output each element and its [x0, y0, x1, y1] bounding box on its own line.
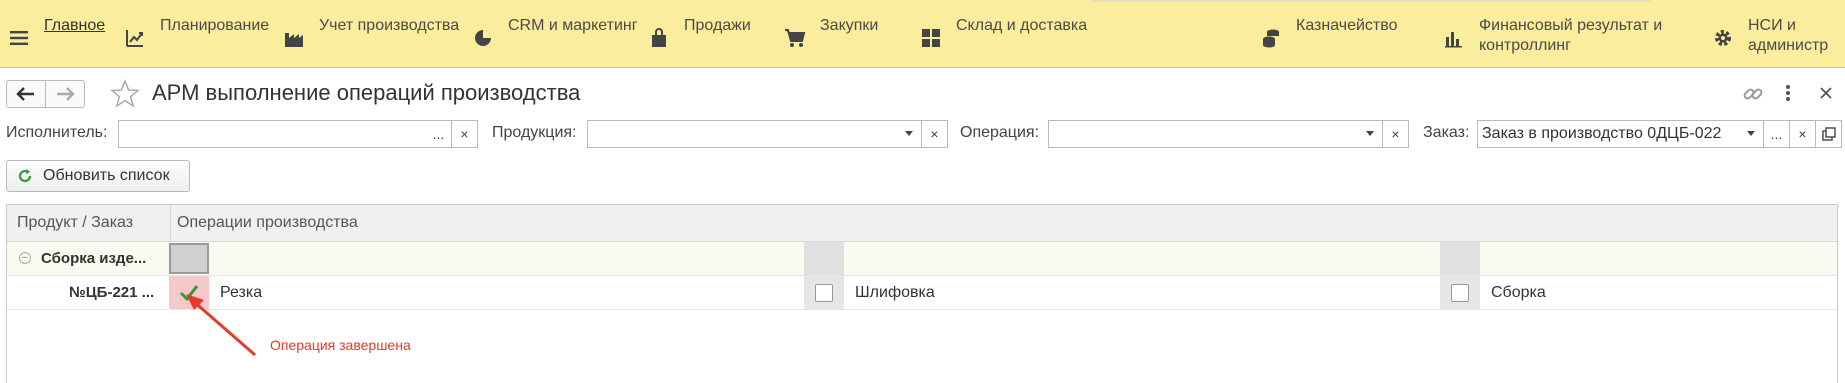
product-label: Продукция:	[492, 124, 577, 141]
order-clear-button[interactable]: ×	[1790, 120, 1816, 148]
order-number-label: №ЦБ-221 ...	[69, 284, 155, 301]
table-header: Продукт / Заказ Операции производства	[7, 205, 1837, 242]
refresh-list-label: Обновить список	[43, 167, 170, 184]
product-clear-button[interactable]: ×	[922, 120, 948, 148]
cart-icon	[784, 27, 806, 49]
title-row: АРМ выполнение операций производства	[0, 77, 1845, 111]
nav-item-label: CRM и маркетинг	[508, 17, 638, 34]
operation-name: Шлифовка	[855, 284, 935, 301]
executor-select-button[interactable]: ...	[426, 120, 452, 148]
nav-item-label: Казначейство	[1296, 17, 1398, 34]
nav-item-production[interactable]: Учет производства	[283, 17, 460, 49]
close-icon[interactable]	[1819, 83, 1833, 108]
selected-cell[interactable]	[169, 243, 209, 274]
planning-icon	[124, 27, 146, 49]
nav-item-label: Планирование	[160, 17, 270, 34]
order-dropdown-button[interactable]	[1738, 120, 1764, 148]
annotation-text: Операция завершена	[270, 337, 411, 353]
arrow-right-icon	[57, 87, 75, 101]
nav-item-warehouse[interactable]: Склад и доставка	[920, 17, 1088, 49]
pie-chart-icon	[472, 27, 494, 49]
arrow-left-icon	[16, 87, 34, 101]
executor-label: Исполнитель:	[6, 124, 108, 141]
operation-label: Операция:	[960, 124, 1040, 141]
nav-item-treasury[interactable]: Казначейство	[1260, 17, 1398, 49]
operation-dropdown-button[interactable]	[1357, 120, 1383, 148]
order-open-button[interactable]	[1816, 120, 1842, 148]
nav-item-sales[interactable]: Продажи	[648, 17, 751, 49]
group-cell	[1440, 242, 1480, 275]
operation-clear-button[interactable]: ×	[1383, 120, 1409, 148]
product-dropdown-button[interactable]	[896, 120, 922, 148]
menu-icon[interactable]	[8, 27, 30, 49]
operation-name: Сборка	[1491, 284, 1546, 301]
forward-button[interactable]	[45, 80, 85, 108]
operation-checkbox[interactable]	[1451, 284, 1469, 302]
product-input[interactable]	[587, 120, 897, 148]
nav-item-main[interactable]: Главное	[8, 16, 105, 49]
chevron-down-icon	[1746, 131, 1755, 136]
nav-item-financial-result[interactable]: Финансовый результат и контроллинг	[1443, 16, 1662, 56]
nav-item-label: Продажи	[684, 17, 751, 34]
refresh-list-button[interactable]: Обновить список	[6, 160, 190, 192]
gear-icon	[1712, 27, 1734, 49]
chevron-down-icon	[1365, 131, 1374, 136]
nav-item-label-line2: администр	[1748, 37, 1829, 54]
annotation-arrow-icon	[186, 294, 256, 357]
shopping-bag-icon	[648, 27, 670, 49]
order-label: Заказ:	[1423, 124, 1470, 141]
nav-item-label-line2: контроллинг	[1479, 37, 1571, 54]
chevron-down-icon	[904, 131, 913, 136]
column-header-operations[interactable]: Операции производства	[177, 214, 358, 232]
group-label: Сборка изде...	[41, 250, 147, 267]
nav-item-label: Закупки	[820, 17, 879, 34]
nav-item-purchases[interactable]: Закупки	[784, 17, 879, 49]
filter-row: Исполнитель: ... × Продукция: × Операция…	[0, 118, 1845, 150]
executor-clear-button[interactable]: ×	[452, 120, 478, 148]
table-row[interactable]: №ЦБ-221 ... Резка Шлифовка Сборка	[7, 276, 1837, 310]
column-separator	[170, 205, 171, 242]
bar-chart-icon	[1443, 27, 1465, 49]
nav-item-label-line1: НСИ и	[1748, 17, 1796, 34]
link-icon[interactable]	[1742, 83, 1764, 110]
order-input[interactable]: Заказ в производство 0ДЦБ-022	[1477, 120, 1739, 148]
nav-item-crm[interactable]: CRM и маркетинг	[472, 17, 638, 49]
coins-icon	[1260, 27, 1282, 49]
nav-item-label-line1: Финансовый результат и	[1479, 17, 1663, 34]
warehouse-icon	[920, 27, 942, 49]
favorite-star-icon[interactable]	[110, 78, 140, 114]
nav-item-label: Финансовый результат и контроллинг	[1479, 16, 1662, 56]
nav-item-label: Учет производства	[319, 17, 460, 34]
collapse-icon[interactable]: −	[19, 252, 31, 264]
nav-item-label: Склад и доставка	[956, 17, 1088, 34]
order-select-button[interactable]: ...	[1764, 120, 1790, 148]
operations-table: Продукт / Заказ Операции производства − …	[6, 204, 1838, 383]
column-header-product[interactable]: Продукт / Заказ	[17, 214, 133, 232]
more-actions-icon[interactable]	[1784, 83, 1792, 108]
operation-checkbox[interactable]	[815, 284, 833, 302]
table-row-group[interactable]: − Сборка изде...	[7, 242, 1837, 276]
operation-input[interactable]	[1048, 120, 1358, 148]
factory-icon	[283, 27, 305, 49]
group-cell	[804, 242, 844, 275]
nav-item-label[interactable]: Главное	[44, 16, 105, 36]
section-panel: Главное Планирование Учет производства C…	[0, 0, 1845, 68]
top-strip	[1090, 0, 1650, 2]
nav-item-nsi[interactable]: НСИ и администр	[1712, 16, 1828, 56]
nav-item-planning[interactable]: Планирование	[124, 17, 270, 49]
back-button[interactable]	[6, 80, 46, 108]
page-title: АРМ выполнение операций производства	[152, 80, 581, 105]
refresh-icon	[17, 168, 33, 184]
open-window-icon	[1821, 127, 1836, 141]
nav-item-label: НСИ и администр	[1748, 16, 1828, 56]
executor-input[interactable]	[118, 120, 427, 148]
